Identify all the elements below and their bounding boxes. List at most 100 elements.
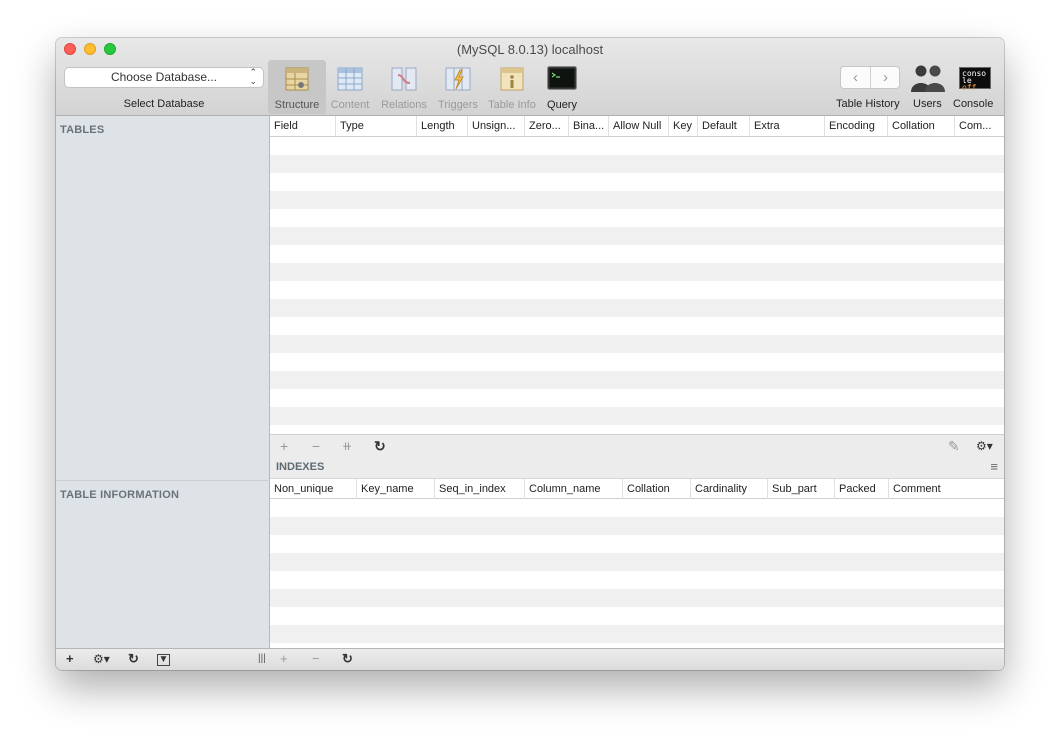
console-icon: conso le off bbox=[959, 67, 991, 92]
content-icon bbox=[337, 67, 363, 91]
table-row bbox=[270, 643, 1004, 645]
column-header[interactable]: Cardinality bbox=[691, 479, 768, 499]
select-database-label: Select Database bbox=[123, 98, 205, 110]
table-row bbox=[270, 281, 1004, 299]
main-content: Field Type Length Unsign... Zero... Bina… bbox=[270, 116, 1004, 670]
table-row bbox=[270, 589, 1004, 607]
structure-actions-bar: + − ⧺ ↻ ✎ ⚙▾ bbox=[270, 434, 1004, 457]
edit-icon[interactable]: ✎ bbox=[948, 438, 960, 454]
table-row bbox=[270, 137, 1004, 155]
tables-list[interactable] bbox=[56, 140, 269, 480]
tab-table-info[interactable]: Table Info bbox=[484, 60, 540, 114]
duplicate-field-button[interactable]: ⧺ bbox=[342, 438, 352, 454]
sidebar-resize-handle[interactable]: ||| bbox=[258, 652, 266, 666]
table-row bbox=[270, 371, 1004, 389]
column-header[interactable]: Com... bbox=[955, 116, 1004, 136]
table-row bbox=[270, 407, 1004, 425]
users-label: Users bbox=[913, 98, 942, 110]
column-header[interactable]: Packed bbox=[835, 479, 889, 499]
table-row bbox=[270, 263, 1004, 281]
history-back-button[interactable]: ‹ bbox=[841, 67, 871, 88]
tab-table-info-label: Table Info bbox=[488, 99, 536, 111]
tab-relations-label: Relations bbox=[381, 99, 427, 111]
table-row bbox=[270, 517, 1004, 535]
tab-relations[interactable]: Relations bbox=[378, 60, 430, 114]
relations-icon bbox=[391, 67, 417, 91]
refresh-structure-button[interactable]: ↻ bbox=[374, 438, 386, 454]
sidebar: TABLES TABLE INFORMATION bbox=[56, 116, 270, 648]
table-row bbox=[270, 607, 1004, 625]
add-field-button[interactable]: + bbox=[280, 438, 288, 454]
query-icon bbox=[547, 66, 577, 90]
console-button[interactable]: conso le off Console bbox=[952, 60, 998, 114]
tab-structure-label: Structure bbox=[274, 99, 320, 111]
filter-tables-button[interactable]: ▼ bbox=[157, 654, 170, 666]
bottom-bar: + ⚙▾ ↻ ▼ ||| + − ↻ bbox=[56, 648, 1004, 670]
app-window: (MySQL 8.0.13) localhost Choose Database… bbox=[56, 38, 1004, 670]
table-row bbox=[270, 299, 1004, 317]
column-header[interactable]: Extra bbox=[750, 116, 825, 136]
column-header[interactable]: Comment bbox=[889, 479, 1004, 499]
structure-icon bbox=[285, 67, 309, 91]
structure-column-header: Field Type Length Unsign... Zero... Bina… bbox=[270, 116, 1004, 137]
table-history-label: Table History bbox=[836, 98, 900, 110]
column-header[interactable]: Key bbox=[669, 116, 698, 136]
indexes-table-body[interactable] bbox=[270, 499, 1004, 645]
tab-structure[interactable]: Structure bbox=[268, 60, 326, 114]
table-row bbox=[270, 389, 1004, 407]
database-select[interactable]: Choose Database... ⌃ ⌄ bbox=[64, 67, 264, 88]
users-button[interactable]: Users bbox=[908, 60, 948, 114]
toolbar: (MySQL 8.0.13) localhost Choose Database… bbox=[56, 38, 1004, 116]
history-navigation: ‹ › bbox=[840, 66, 900, 89]
tab-query-label: Query bbox=[547, 99, 577, 111]
indexes-menu-icon[interactable]: ≡ bbox=[990, 459, 998, 474]
column-header[interactable]: Field bbox=[270, 116, 336, 136]
column-header[interactable]: Type bbox=[336, 116, 417, 136]
table-row bbox=[270, 499, 1004, 517]
remove-field-button[interactable]: − bbox=[312, 438, 320, 454]
console-icon-text-accent: off bbox=[962, 83, 977, 92]
structure-table-body[interactable] bbox=[270, 137, 1004, 434]
table-row bbox=[270, 335, 1004, 353]
add-index-button[interactable]: + bbox=[280, 652, 288, 666]
sidebar-divider[interactable] bbox=[56, 480, 270, 481]
column-header[interactable]: Collation bbox=[888, 116, 955, 136]
indexes-section-header: INDEXES ≡ bbox=[270, 457, 1004, 478]
indexes-column-header: Non_unique Key_name Seq_in_index Column_… bbox=[270, 478, 1004, 499]
remove-index-button[interactable]: − bbox=[312, 652, 320, 666]
tab-content[interactable]: Content bbox=[326, 60, 374, 114]
column-header[interactable]: Seq_in_index bbox=[435, 479, 525, 499]
column-header[interactable]: Bina... bbox=[569, 116, 609, 136]
table-row bbox=[270, 245, 1004, 263]
table-row bbox=[270, 173, 1004, 191]
column-header[interactable]: Default bbox=[698, 116, 750, 136]
column-header[interactable]: Non_unique bbox=[270, 479, 357, 499]
table-row bbox=[270, 227, 1004, 245]
database-select-value: Choose Database... bbox=[110, 70, 218, 84]
table-info-icon bbox=[500, 67, 524, 91]
column-header[interactable]: Unsign... bbox=[468, 116, 525, 136]
refresh-indexes-button[interactable]: ↻ bbox=[342, 652, 353, 666]
table-row bbox=[270, 317, 1004, 335]
column-header[interactable]: Encoding bbox=[825, 116, 888, 136]
column-header[interactable]: Zero... bbox=[525, 116, 569, 136]
column-header[interactable]: Allow Null bbox=[609, 116, 669, 136]
table-row bbox=[270, 155, 1004, 173]
column-header[interactable]: Collation bbox=[623, 479, 691, 499]
add-table-button[interactable]: + bbox=[66, 652, 74, 666]
refresh-tables-button[interactable]: ↻ bbox=[128, 652, 139, 666]
window-title: (MySQL 8.0.13) localhost bbox=[456, 42, 604, 57]
table-row bbox=[270, 571, 1004, 589]
history-forward-button[interactable]: › bbox=[871, 67, 900, 88]
column-header[interactable]: Length bbox=[417, 116, 468, 136]
table-gear-menu[interactable]: ⚙▾ bbox=[93, 652, 110, 666]
column-header[interactable]: Key_name bbox=[357, 479, 435, 499]
updown-chevron-icon: ⌃ ⌄ bbox=[249, 67, 257, 86]
tab-triggers[interactable]: Triggers bbox=[434, 60, 482, 114]
table-row bbox=[270, 553, 1004, 571]
column-header[interactable]: Column_name bbox=[525, 479, 623, 499]
column-header[interactable]: Sub_part bbox=[768, 479, 835, 499]
structure-gear-menu[interactable]: ⚙▾ bbox=[976, 438, 993, 454]
table-row bbox=[270, 625, 1004, 643]
tab-query[interactable]: Query bbox=[542, 60, 582, 114]
